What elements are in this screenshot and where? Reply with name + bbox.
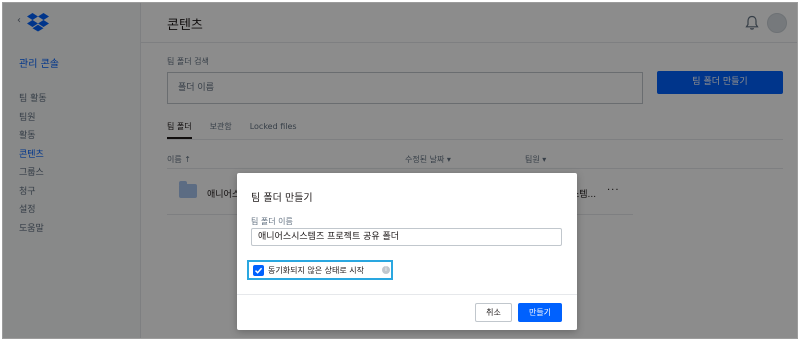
create-button[interactable]: 만들기: [518, 303, 562, 322]
page: ‹ 관리 콘솔 팀 활동 팀원 활동 콘텐츠 그룹스 청구 설정 도움말 콘텐츠…: [3, 3, 797, 338]
create-team-folder-dialog: 팀 폴더 만들기 팀 폴더 이름 애니어스시스템즈 프로젝트 공유 폴더 동기화…: [237, 173, 577, 330]
info-icon[interactable]: i: [382, 266, 390, 274]
sync-checkbox[interactable]: [253, 265, 264, 276]
checkmark-icon: [254, 267, 263, 274]
folder-name-input[interactable]: 애니어스시스템즈 프로젝트 공유 폴더: [251, 228, 562, 246]
sync-option-label[interactable]: 동기화되지 않은 상태로 시작: [268, 265, 364, 276]
dialog-footer-divider: [237, 294, 577, 295]
app-frame: ‹ 관리 콘솔 팀 활동 팀원 활동 콘텐츠 그룹스 청구 설정 도움말 콘텐츠…: [2, 2, 798, 339]
cancel-button[interactable]: 취소: [475, 303, 512, 322]
dialog-title: 팀 폴더 만들기: [251, 193, 313, 204]
sync-option-highlight: 동기화되지 않은 상태로 시작 i: [247, 260, 393, 280]
folder-name-label: 팀 폴더 이름: [251, 217, 293, 226]
